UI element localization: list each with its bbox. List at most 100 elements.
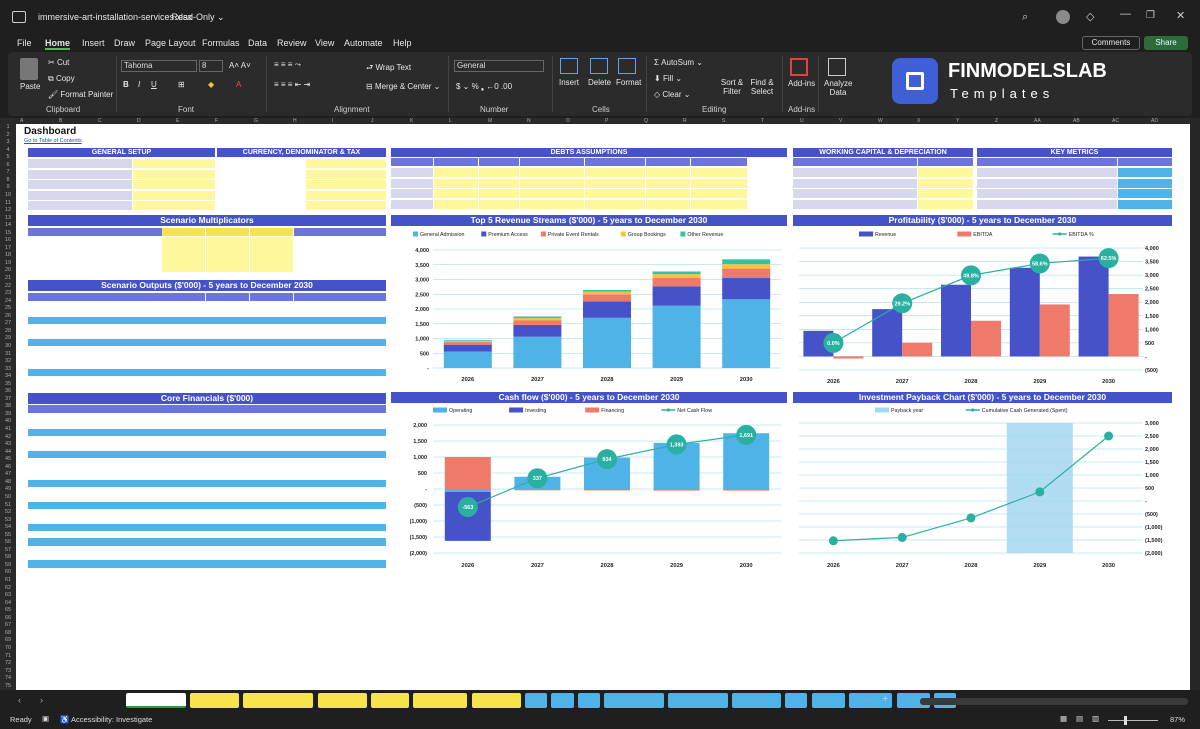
fill-color-icon[interactable]: ◆	[208, 80, 214, 89]
row-number[interactable]: 4	[0, 147, 16, 153]
format-button[interactable]: Format	[616, 78, 641, 87]
analyze-button[interactable]: Analyze Data	[824, 79, 852, 97]
row-number[interactable]: 3	[0, 139, 16, 145]
debts-cell[interactable]	[691, 178, 747, 188]
debts-cell[interactable]	[520, 168, 584, 177]
wrap-text-button[interactable]: ⮐ Wrap Text	[366, 62, 411, 76]
row-number[interactable]: 52	[0, 509, 16, 515]
mode-label[interactable]: - Read-Only ⌄	[166, 12, 225, 23]
insert-button[interactable]: Insert	[559, 78, 579, 87]
row-number[interactable]: 69	[0, 637, 16, 643]
tab-captable[interactable]	[413, 693, 468, 708]
debts-cell[interactable]	[434, 199, 478, 209]
share-button[interactable]: Share	[1144, 36, 1188, 50]
multipliers-cell[interactable]	[250, 258, 293, 265]
number-icons[interactable]: $ ⌄ % ❟ ←0 .00	[456, 82, 512, 92]
currency-value[interactable]	[306, 169, 386, 179]
row-number[interactable]: 21	[0, 275, 16, 281]
debts-cell[interactable]	[520, 189, 584, 198]
zoom-thumb[interactable]	[1124, 716, 1127, 725]
multipliers-cell[interactable]	[250, 244, 293, 251]
tab-prev-icon[interactable]: ‹	[18, 695, 21, 705]
multipliers-cell[interactable]	[206, 265, 249, 272]
row-number[interactable]: 25	[0, 305, 16, 311]
row-number[interactable]: 75	[0, 683, 16, 689]
debts-cell[interactable]	[520, 199, 584, 209]
view-break-icon[interactable]: ▥	[1092, 714, 1099, 723]
row-number[interactable]: 53	[0, 517, 16, 523]
restore-icon[interactable]: ❐	[1146, 10, 1155, 21]
row-number[interactable]: 31	[0, 351, 16, 357]
row-number[interactable]: 68	[0, 630, 16, 636]
row-number[interactable]: 50	[0, 494, 16, 500]
delete-icon[interactable]	[590, 58, 608, 74]
currency-value[interactable]	[306, 190, 386, 200]
debts-cell[interactable]	[585, 178, 645, 188]
number-format-select[interactable]: General	[454, 60, 544, 72]
row-number[interactable]: 6	[0, 162, 16, 168]
add-sheet-icon[interactable]: +	[882, 693, 888, 705]
debts-cell[interactable]	[520, 178, 584, 188]
borders-icon[interactable]: ⊞	[178, 80, 185, 89]
multipliers-cell[interactable]	[162, 265, 205, 272]
zoom-level[interactable]: 87%	[1170, 715, 1185, 724]
row-number[interactable]: 62	[0, 585, 16, 591]
row-number[interactable]: 42	[0, 434, 16, 440]
row-number[interactable]: 35	[0, 381, 16, 387]
multipliers-cell[interactable]	[162, 258, 205, 265]
horizontal-scrollbar[interactable]	[920, 698, 1188, 705]
row-number[interactable]: 5	[0, 154, 16, 160]
avatar[interactable]	[1056, 10, 1070, 24]
debts-cell[interactable]	[646, 199, 690, 209]
fill-button[interactable]: ⬇ Fill ⌄	[654, 74, 682, 83]
menu-insert[interactable]: Insert	[82, 38, 105, 48]
debts-cell[interactable]	[434, 178, 478, 188]
row-number[interactable]: 9	[0, 184, 16, 190]
row-number[interactable]: 23	[0, 290, 16, 296]
debts-cell[interactable]	[434, 168, 478, 177]
row-number[interactable]: 30	[0, 343, 16, 349]
row-number[interactable]: 12	[0, 207, 16, 213]
row-number[interactable]: 49	[0, 486, 16, 492]
cut-button[interactable]: ✂ Cut	[48, 58, 69, 67]
vertical-scrollbar[interactable]	[1190, 118, 1200, 690]
font-color-icon[interactable]: A	[236, 80, 241, 89]
multipliers-cell[interactable]	[206, 258, 249, 265]
menu-review[interactable]: Review	[277, 38, 307, 48]
row-number[interactable]: 47	[0, 471, 16, 477]
debts-cell[interactable]	[585, 199, 645, 209]
accessibility-status[interactable]: ♿ Accessibility: Investigate	[60, 715, 152, 724]
currency-value[interactable]	[306, 180, 386, 189]
row-number[interactable]: 40	[0, 418, 16, 424]
tab-capex[interactable]	[370, 693, 410, 708]
row-number[interactable]: 71	[0, 653, 16, 659]
tab-payroll[interactable]	[317, 693, 367, 708]
tab-roic[interactable]	[811, 693, 845, 708]
comments-button[interactable]: Comments	[1082, 36, 1140, 50]
sort-filter-button[interactable]: Sort & Filter	[718, 78, 746, 96]
tab-capital[interactable]	[471, 693, 521, 708]
multipliers-cell[interactable]	[206, 244, 249, 251]
wc-value[interactable]	[918, 199, 973, 209]
row-number[interactable]: 41	[0, 426, 16, 432]
macro-icon[interactable]: ▣	[42, 714, 49, 723]
row-number[interactable]: 58	[0, 554, 16, 560]
align-icons-2[interactable]: ≡ ≡ ≡ ⇤ ⇥	[274, 80, 310, 89]
row-number[interactable]: 34	[0, 373, 16, 379]
view-layout-icon[interactable]: ▤	[1076, 714, 1083, 723]
row-number[interactable]: 48	[0, 479, 16, 485]
row-number[interactable]: 22	[0, 283, 16, 289]
row-number[interactable]: 18	[0, 252, 16, 258]
row-number[interactable]: 63	[0, 592, 16, 598]
menu-page-layout[interactable]: Page Layout	[145, 38, 196, 48]
align-icons[interactable]: ≡ ≡ ≡ ⤳	[274, 60, 301, 70]
multipliers-cell[interactable]	[206, 237, 249, 244]
diamond-icon[interactable]: ◇	[1086, 10, 1094, 23]
general-value[interactable]	[133, 180, 215, 189]
row-number[interactable]: 55	[0, 532, 16, 538]
row-number[interactable]: 1	[0, 124, 16, 130]
row-number[interactable]: 51	[0, 502, 16, 508]
multipliers-cell[interactable]	[162, 244, 205, 251]
row-number[interactable]: 10	[0, 192, 16, 198]
delete-button[interactable]: Delete	[588, 78, 611, 87]
